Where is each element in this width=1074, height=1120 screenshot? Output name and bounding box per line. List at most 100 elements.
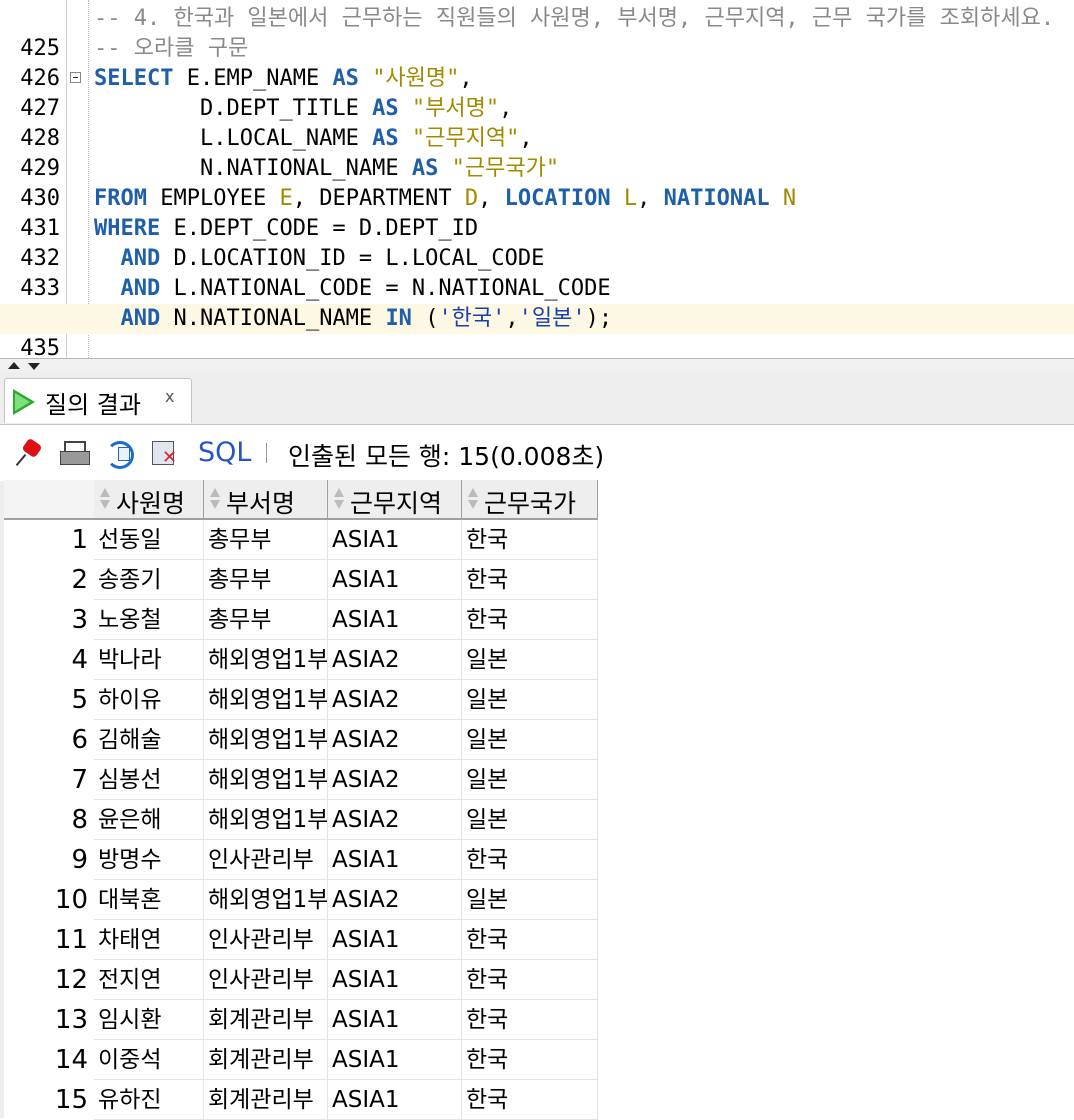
fold-collapse-icon[interactable] xyxy=(70,72,81,83)
column-header[interactable]: 근무국가 xyxy=(462,480,598,520)
cell-dept-title[interactable]: 인사관리부 xyxy=(204,960,328,1000)
cell-dept-title[interactable]: 회계관리부 xyxy=(204,1000,328,1040)
table-row[interactable]: 3 노옹철 총무부 ASIA1 한국 xyxy=(4,600,598,640)
sql-button[interactable]: SQL xyxy=(198,437,251,468)
table-row[interactable]: 15 유하진 회계관리부 ASIA1 한국 xyxy=(4,1080,598,1120)
pin-icon[interactable] xyxy=(16,439,46,467)
table-row[interactable]: 11 차태연 인사관리부 ASIA1 한국 xyxy=(4,920,598,960)
table-row[interactable]: 6 김해술 해외영업1부 ASIA2 일본 xyxy=(4,720,598,760)
cell-dept-title[interactable]: 해외영업1부 xyxy=(204,760,328,800)
cell-local-name[interactable]: ASIA1 xyxy=(328,600,462,640)
pane-splitter[interactable] xyxy=(0,358,1074,373)
column-header[interactable]: 부서명 xyxy=(204,480,328,520)
cell-dept-title[interactable]: 총무부 xyxy=(204,560,328,600)
code-line[interactable]: 429 L.LOCAL_NAME AS "근무지역", xyxy=(0,124,1074,181)
code-line[interactable]: 433 AND D.LOCATION_ID = L.LOCAL_CODE xyxy=(0,244,1074,301)
cell-employee-name[interactable]: 대북혼 xyxy=(94,880,204,920)
cell-dept-title[interactable]: 인사관리부 xyxy=(204,840,328,880)
cell-dept-title[interactable]: 총무부 xyxy=(204,600,328,640)
table-row[interactable]: 14 이중석 회계관리부 ASIA1 한국 xyxy=(4,1040,598,1080)
table-row[interactable]: 12 전지연 인사관리부 ASIA1 한국 xyxy=(4,960,598,1000)
cell-local-name[interactable]: ASIA2 xyxy=(328,880,462,920)
cell-dept-title[interactable]: 회계관리부 xyxy=(204,1040,328,1080)
cell-national-name[interactable]: 일본 xyxy=(462,800,598,840)
cell-local-name[interactable]: ASIA2 xyxy=(328,720,462,760)
cell-dept-title[interactable]: 인사관리부 xyxy=(204,920,328,960)
cell-dept-title[interactable]: 해외영업1부 xyxy=(204,720,328,760)
cell-employee-name[interactable]: 전지연 xyxy=(94,960,204,1000)
code-line[interactable]: 436 xyxy=(0,334,1074,358)
cell-national-name[interactable]: 한국 xyxy=(462,560,598,600)
table-row[interactable]: 4 박나라 해외영업1부 ASIA2 일본 xyxy=(4,640,598,680)
close-icon[interactable]: x xyxy=(165,387,174,406)
table-row[interactable]: 7 심봉선 해외영업1부 ASIA2 일본 xyxy=(4,760,598,800)
cell-local-name[interactable]: ASIA2 xyxy=(328,800,462,840)
cell-employee-name[interactable]: 방명수 xyxy=(94,840,204,880)
cell-national-name[interactable]: 일본 xyxy=(462,760,598,800)
sort-icon[interactable] xyxy=(468,486,478,512)
cell-employee-name[interactable]: 박나라 xyxy=(94,640,204,680)
table-row[interactable]: 9 방명수 인사관리부 ASIA1 한국 xyxy=(4,840,598,880)
sort-icon[interactable] xyxy=(100,486,110,512)
cell-employee-name[interactable]: 노옹철 xyxy=(94,600,204,640)
code-line[interactable]: 426 -- 오라클 구문 xyxy=(0,34,1074,91)
cell-national-name[interactable]: 한국 xyxy=(462,920,598,960)
sort-icon[interactable] xyxy=(210,486,220,512)
cell-employee-name[interactable]: 하이유 xyxy=(94,680,204,720)
cell-national-name[interactable]: 일본 xyxy=(462,640,598,680)
split-up-arrow-icon[interactable] xyxy=(8,362,20,369)
cell-national-name[interactable]: 한국 xyxy=(462,1080,598,1120)
cell-employee-name[interactable]: 유하진 xyxy=(94,1080,204,1120)
sql-editor[interactable]: 425 -- 4. 한국과 일본에서 근무하는 직원들의 사원명, 부서명, 근… xyxy=(0,0,1074,358)
column-header[interactable]: 사원명 xyxy=(94,480,204,520)
cell-local-name[interactable]: ASIA1 xyxy=(328,960,462,1000)
result-grid[interactable]: 사원명 부서명 근무지역 근무국가 1 선동일 총무부 ASIA1 한국 2 송… xyxy=(4,480,1074,1120)
cell-national-name[interactable]: 한국 xyxy=(462,600,598,640)
cell-dept-title[interactable]: 해외영업1부 xyxy=(204,680,328,720)
cell-local-name[interactable]: ASIA1 xyxy=(328,520,462,560)
code-line[interactable]: 427 SELECT E.EMP_NAME AS "사원명", xyxy=(0,64,1074,121)
tab-query-result[interactable]: 질의 결과 x xyxy=(4,378,192,423)
cell-employee-name[interactable]: 차태연 xyxy=(94,920,204,960)
cell-local-name[interactable]: ASIA1 xyxy=(328,840,462,880)
cell-employee-name[interactable]: 이중석 xyxy=(94,1040,204,1080)
cell-national-name[interactable]: 한국 xyxy=(462,520,598,560)
cell-dept-title[interactable]: 해외영업1부 xyxy=(204,640,328,680)
code-line[interactable]: 432 WHERE E.DEPT_CODE = D.DEPT_ID xyxy=(0,214,1074,271)
code-line[interactable]: 434 AND L.NATIONAL_CODE = N.NATIONAL_COD… xyxy=(0,274,1074,331)
split-down-arrow-icon[interactable] xyxy=(28,363,40,370)
cell-employee-name[interactable]: 송종기 xyxy=(94,560,204,600)
cell-employee-name[interactable]: 김해술 xyxy=(94,720,204,760)
cell-local-name[interactable]: ASIA1 xyxy=(328,1040,462,1080)
cell-employee-name[interactable]: 윤은해 xyxy=(94,800,204,840)
cell-local-name[interactable]: ASIA1 xyxy=(328,1000,462,1040)
cell-national-name[interactable]: 한국 xyxy=(462,840,598,880)
cell-local-name[interactable]: ASIA1 xyxy=(328,920,462,960)
cell-dept-title[interactable]: 회계관리부 xyxy=(204,1080,328,1120)
delete-icon[interactable] xyxy=(150,439,180,468)
cell-national-name[interactable]: 한국 xyxy=(462,960,598,1000)
cell-local-name[interactable]: ASIA2 xyxy=(328,640,462,680)
current-code-line[interactable]: 435 AND N.NATIONAL_NAME IN ('한국','일본'); xyxy=(0,304,1074,358)
cell-employee-name[interactable]: 심봉선 xyxy=(94,760,204,800)
code-line[interactable]: 431 FROM EMPLOYEE E, DEPARTMENT D, LOCAT… xyxy=(0,184,1074,241)
table-row[interactable]: 13 임시환 회계관리부 ASIA1 한국 xyxy=(4,1000,598,1040)
cell-local-name[interactable]: ASIA2 xyxy=(328,760,462,800)
table-row[interactable]: 5 하이유 해외영업1부 ASIA2 일본 xyxy=(4,680,598,720)
table-row[interactable]: 8 윤은해 해외영업1부 ASIA2 일본 xyxy=(4,800,598,840)
code-line[interactable]: 428 D.DEPT_TITLE AS "부서명", xyxy=(0,94,1074,151)
code-line[interactable]: 425 -- 4. 한국과 일본에서 근무하는 직원들의 사원명, 부서명, 근… xyxy=(0,4,1074,61)
cell-dept-title[interactable]: 해외영업1부 xyxy=(204,800,328,840)
sort-icon[interactable] xyxy=(334,486,344,512)
cell-national-name[interactable]: 일본 xyxy=(462,720,598,760)
column-header[interactable]: 근무지역 xyxy=(328,480,462,520)
cell-dept-title[interactable]: 해외영업1부 xyxy=(204,880,328,920)
cell-national-name[interactable]: 일본 xyxy=(462,680,598,720)
cell-local-name[interactable]: ASIA1 xyxy=(328,1080,462,1120)
table-row[interactable]: 1 선동일 총무부 ASIA1 한국 xyxy=(4,520,598,560)
cell-dept-title[interactable]: 총무부 xyxy=(204,520,328,560)
print-icon[interactable] xyxy=(60,439,90,467)
cell-employee-name[interactable]: 임시환 xyxy=(94,1000,204,1040)
refresh-icon[interactable] xyxy=(104,439,134,469)
table-row[interactable]: 10 대북혼 해외영업1부 ASIA2 일본 xyxy=(4,880,598,920)
